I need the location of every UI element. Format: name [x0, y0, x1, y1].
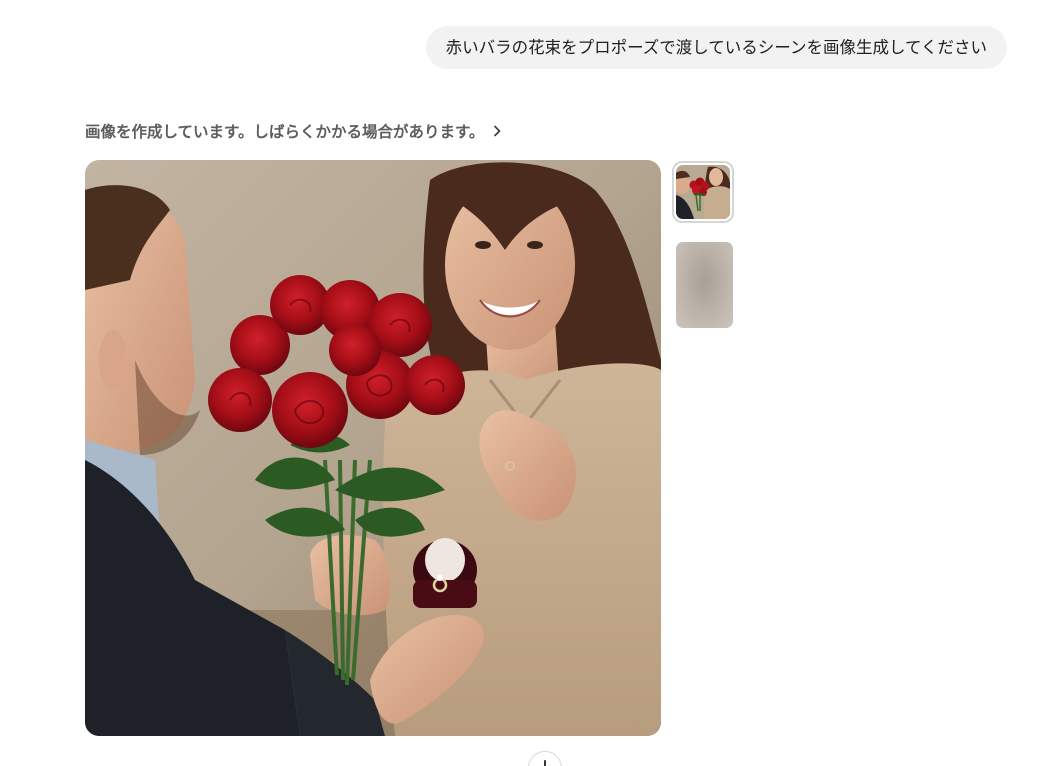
user-message-text: 赤いバラの花束をプロポーズで渡しているシーンを画像生成してください — [445, 38, 987, 57]
user-message-bubble: 赤いバラの花束をプロポーズで渡しているシーンを画像生成してください — [425, 26, 1007, 69]
arrow-down-icon — [544, 760, 546, 766]
chat-page: 赤いバラの花束をプロポーズで渡しているシーンを画像生成してください 画像を作成し… — [0, 0, 1038, 766]
chevron-right-icon — [490, 124, 504, 138]
thumbnail-loading[interactable] — [676, 242, 733, 328]
status-text: 画像を作成しています。しばらくかかる場合があります。 — [85, 123, 485, 141]
thumbnail-selected[interactable] — [672, 161, 734, 223]
generated-image[interactable] — [85, 160, 661, 736]
scroll-down-button[interactable] — [528, 751, 562, 766]
image-generation-status[interactable]: 画像を作成しています。しばらくかかる場合があります。 — [85, 118, 504, 144]
loading-placeholder — [676, 242, 733, 328]
